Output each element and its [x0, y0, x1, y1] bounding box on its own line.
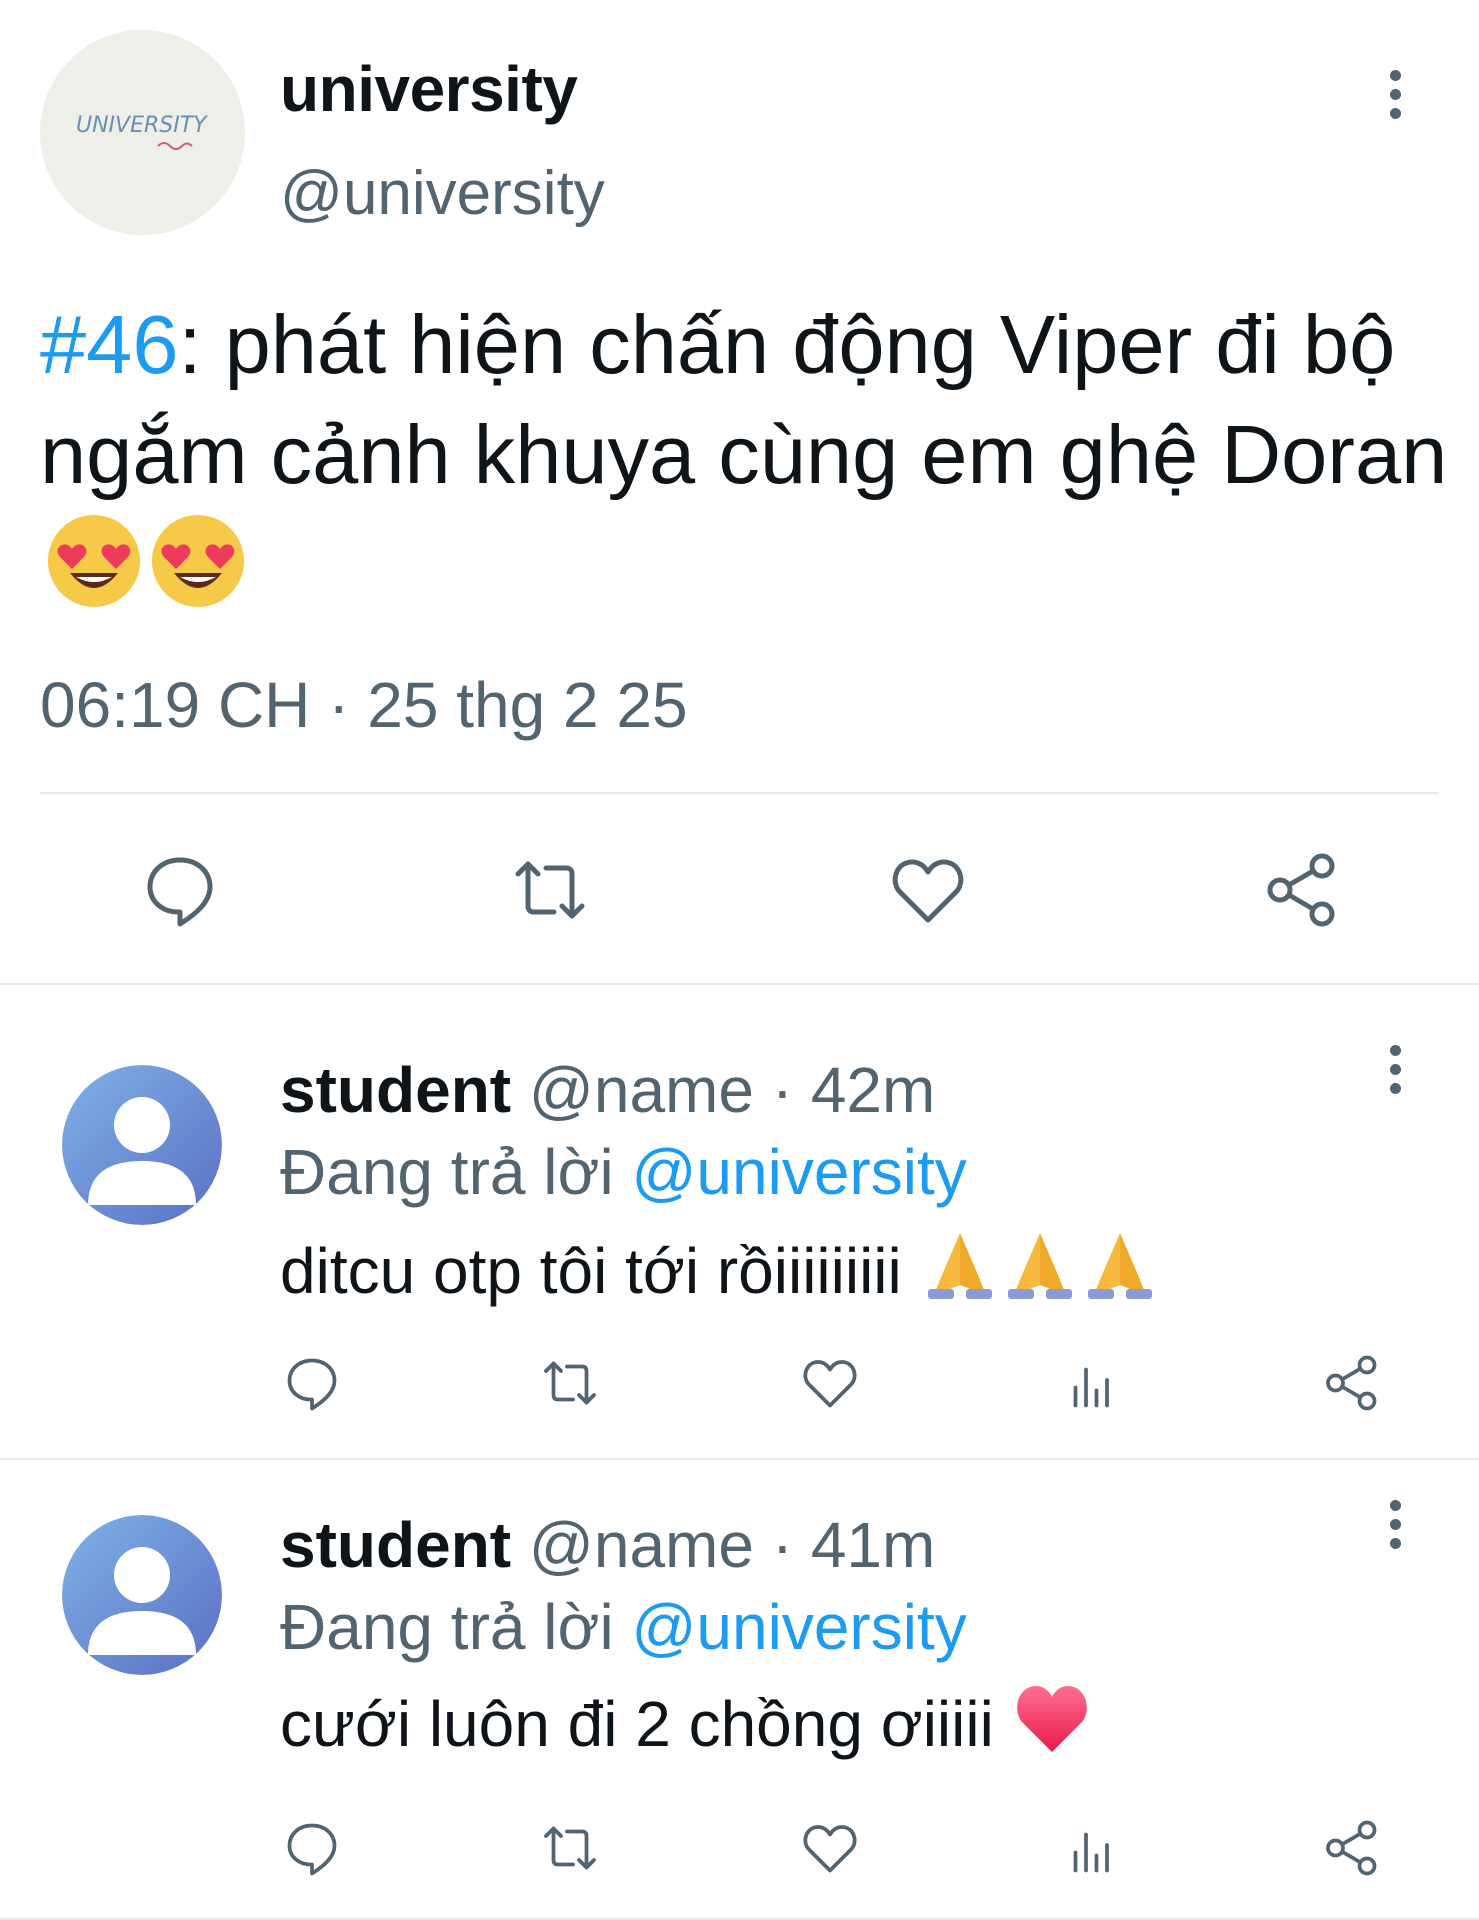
mention-link[interactable]: @university — [631, 1136, 966, 1208]
reply-icon[interactable] — [282, 1353, 342, 1413]
reply-action-bar — [0, 1818, 1479, 1878]
reply-action-bar — [0, 1353, 1479, 1413]
reply-body: cưới luôn đi 2 chồng ơiiiii — [280, 1688, 1012, 1760]
retweet-icon[interactable] — [510, 850, 590, 930]
analytics-icon[interactable] — [1062, 1353, 1122, 1413]
avatar[interactable]: UNIVERSITY — [40, 30, 245, 235]
university-logo: UNIVERSITY — [40, 30, 245, 235]
reply-header: student @name · 42m — [280, 1053, 935, 1127]
replying-to: Đang trả lời @university — [280, 1590, 967, 1664]
like-icon[interactable] — [888, 850, 968, 930]
reply-text: ditcu otp tôi tới rồiiiiiiiii — [280, 1225, 1160, 1308]
reply-icon[interactable] — [282, 1818, 342, 1878]
heart-eyes-emoji-icon — [48, 515, 140, 607]
red-heart-emoji-icon — [1016, 1686, 1087, 1752]
share-icon[interactable] — [1262, 850, 1342, 930]
more-options-icon[interactable] — [1385, 70, 1405, 126]
hashtag-link[interactable]: #46 — [40, 298, 178, 391]
avatar-text: UNIVERSITY — [76, 113, 208, 138]
default-avatar-icon — [62, 1515, 222, 1675]
display-name[interactable]: university — [280, 52, 578, 126]
heart-eyes-emoji-icon — [152, 515, 244, 607]
display-name[interactable]: student — [280, 1054, 511, 1126]
folded-hands-emoji-icon — [1087, 1233, 1152, 1299]
folded-hands-emoji-icon — [927, 1233, 992, 1299]
like-icon[interactable] — [800, 1818, 860, 1878]
more-options-icon[interactable] — [1385, 1045, 1405, 1101]
reply-icon[interactable] — [140, 850, 220, 930]
tweet-action-bar — [0, 850, 1479, 930]
share-icon[interactable] — [1322, 1818, 1382, 1878]
divider — [40, 792, 1439, 794]
more-options-icon[interactable] — [1385, 1500, 1405, 1556]
main-tweet: UNIVERSITY university @university #46: p… — [0, 0, 1479, 985]
replying-prefix: Đang trả lời — [280, 1591, 632, 1663]
like-icon[interactable] — [800, 1353, 860, 1413]
reply-text: cưới luôn đi 2 chồng ơiiiii — [280, 1678, 1092, 1761]
folded-hands-emoji-icon — [1007, 1233, 1072, 1299]
retweet-icon[interactable] — [540, 1818, 600, 1878]
avatar[interactable] — [62, 1515, 222, 1675]
reply-tweet[interactable]: student @name · 41m Đang trả lời @univer… — [0, 1460, 1479, 1920]
reply-body: ditcu otp tôi tới rồiiiiiiiii — [280, 1235, 920, 1307]
reply-tweet[interactable]: student @name · 42m Đang trả lời @univer… — [0, 985, 1479, 1460]
default-avatar-icon — [62, 1065, 222, 1225]
display-name[interactable]: student — [280, 1509, 511, 1581]
handle-and-time: @name · 42m — [511, 1054, 936, 1126]
reply-header: student @name · 41m — [280, 1508, 935, 1582]
avatar[interactable] — [62, 1065, 222, 1225]
replying-to: Đang trả lời @university — [280, 1135, 967, 1209]
tweet-body: : phát hiện chấn động Viper đi bộ ngắm c… — [40, 298, 1448, 501]
user-handle[interactable]: @university — [280, 158, 605, 229]
retweet-icon[interactable] — [540, 1353, 600, 1413]
tweet-text: #46: phát hiện chấn động Viper đi bộ ngắ… — [40, 290, 1460, 620]
handle-and-time: @name · 41m — [511, 1509, 936, 1581]
mention-link[interactable]: @university — [631, 1591, 966, 1663]
tweet-timestamp[interactable]: 06:19 CH · 25 thg 2 25 — [40, 668, 688, 742]
share-icon[interactable] — [1322, 1353, 1382, 1413]
replying-prefix: Đang trả lời — [280, 1136, 632, 1208]
analytics-icon[interactable] — [1062, 1818, 1122, 1878]
